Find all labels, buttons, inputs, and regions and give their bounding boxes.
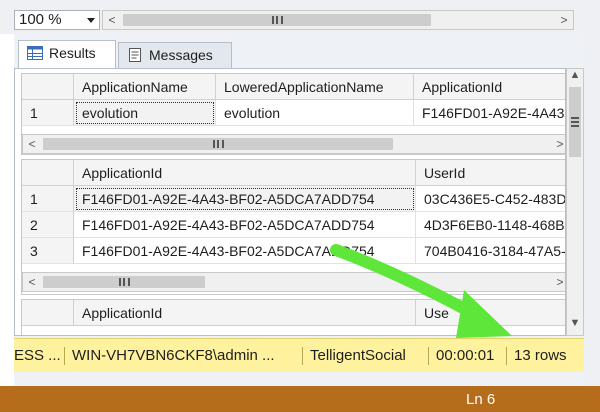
table-cell[interactable]: F146FD01-A92E-4A43-BF02-A5DCA7ADD754 [414, 100, 565, 126]
zoom-dropdown[interactable]: 100 % [14, 10, 100, 30]
grid-icon [27, 46, 43, 60]
row-count: 13 rows [514, 347, 567, 364]
table-row[interactable]: 1 F146FD01-A92E-4A43-BF02-A5DCA7ADD754 0… [22, 186, 565, 212]
tab-results[interactable]: Results [18, 40, 116, 68]
column-header[interactable]: LoweredApplicationName [216, 74, 414, 100]
editor-horizontal-scrollbar[interactable]: < > [102, 10, 574, 30]
grid-horizontal-scrollbar[interactable]: < > [22, 134, 565, 154]
scrollbar-thumb[interactable] [123, 14, 431, 26]
login-name: WIN-VH7VBN6CKF8\admin ... [72, 347, 275, 364]
results-vertical-scrollbar[interactable]: ▲ ▼ [566, 68, 584, 336]
row-number[interactable]: 2 [22, 212, 74, 238]
result-grid-1: ApplicationName LoweredApplicationName A… [21, 73, 565, 155]
table-cell[interactable]: evolution [74, 100, 216, 126]
database-name: TelligentSocial [310, 347, 406, 364]
elapsed-time: 00:00:01 [436, 347, 495, 364]
table-cell[interactable]: 03C436E5-C452-483D- [416, 186, 565, 212]
table-cell[interactable]: F146FD01-A92E-4A43-BF02-A5DCA7ADD754 [74, 212, 416, 238]
column-header[interactable]: ApplicationId [74, 160, 416, 186]
grid-header: ApplicationId UserId [22, 160, 565, 186]
pointer-arrow-icon [330, 244, 512, 338]
grid-header: ApplicationName LoweredApplicationName A… [22, 74, 565, 100]
scrollbar-thumb[interactable] [43, 276, 205, 288]
scroll-right-icon[interactable]: > [551, 135, 565, 153]
table-cell[interactable]: F146FD01-A92E-4A43-BF02-A5DCA7ADD754 [74, 186, 416, 212]
tab-messages-label: Messages [149, 47, 213, 63]
scrollbar-thumb[interactable] [569, 87, 581, 157]
scroll-up-icon[interactable]: ▲ [567, 69, 583, 85]
results-tab-bar: Results Messages [14, 40, 574, 68]
chevron-down-icon[interactable] [87, 18, 95, 23]
server-name: ESS ... [14, 347, 61, 364]
tab-results-label: Results [49, 45, 96, 61]
scroll-left-icon[interactable]: < [103, 11, 121, 29]
row-number[interactable]: 3 [22, 238, 74, 264]
editor-gutter [0, 34, 14, 386]
column-header[interactable]: ApplicationId [414, 74, 565, 100]
query-status-bar: ESS ... WIN-VH7VBN6CKF8\admin ... Tellig… [14, 338, 584, 372]
scrollbar-thumb[interactable] [43, 138, 393, 150]
column-header[interactable]: ApplicationName [74, 74, 216, 100]
app-status-bar [0, 386, 600, 412]
window-edge [584, 34, 600, 386]
table-cell[interactable]: evolution [216, 100, 414, 126]
document-icon [129, 48, 141, 62]
row-number-header [22, 160, 74, 186]
row-number-header [22, 74, 74, 100]
scroll-left-icon[interactable]: < [23, 273, 41, 291]
scroll-right-icon[interactable]: > [555, 11, 573, 29]
scroll-left-icon[interactable]: < [23, 135, 41, 153]
tab-messages[interactable]: Messages [118, 42, 232, 68]
table-cell[interactable]: 4D3F6EB0-1148-468B- [416, 212, 565, 238]
table-row[interactable]: 2 F146FD01-A92E-4A43-BF02-A5DCA7ADD754 4… [22, 212, 565, 238]
table-row[interactable]: 1 evolution evolution F146FD01-A92E-4A43… [22, 100, 565, 126]
row-number[interactable]: 1 [22, 100, 74, 126]
scroll-right-icon[interactable]: > [551, 273, 565, 291]
column-header[interactable]: UserId [416, 160, 565, 186]
row-number[interactable]: 1 [22, 186, 74, 212]
row-number-header [22, 300, 74, 326]
scroll-down-icon[interactable]: ▼ [567, 317, 583, 333]
cursor-line: Ln 6 [466, 391, 496, 408]
zoom-value: 100 % [19, 11, 62, 28]
